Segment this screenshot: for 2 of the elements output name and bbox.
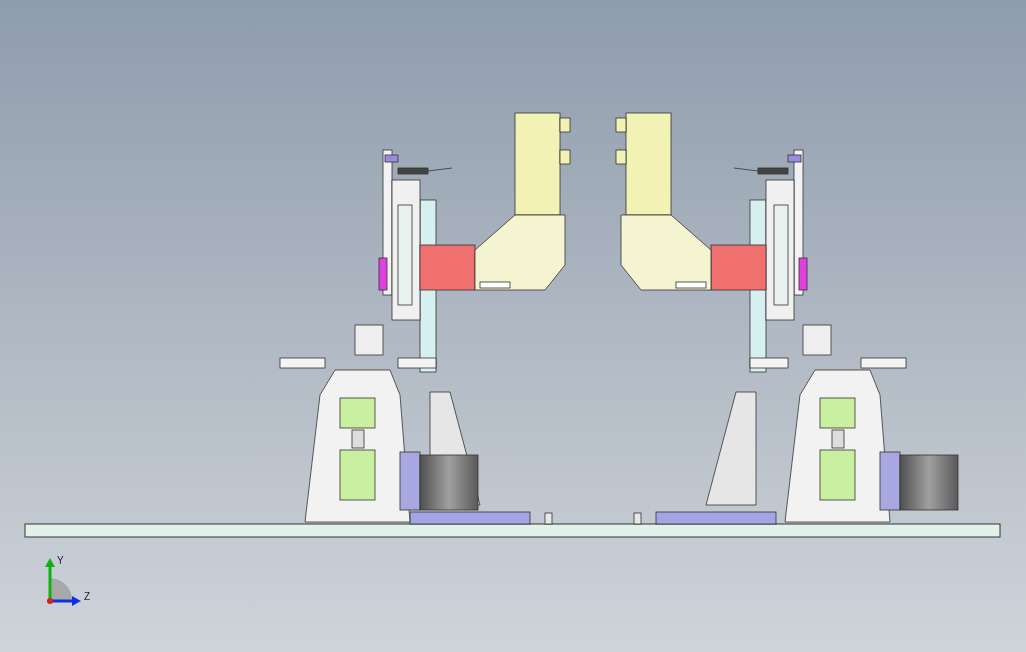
axis-label: Z [84, 591, 91, 602]
axis-label: Y [57, 555, 64, 566]
